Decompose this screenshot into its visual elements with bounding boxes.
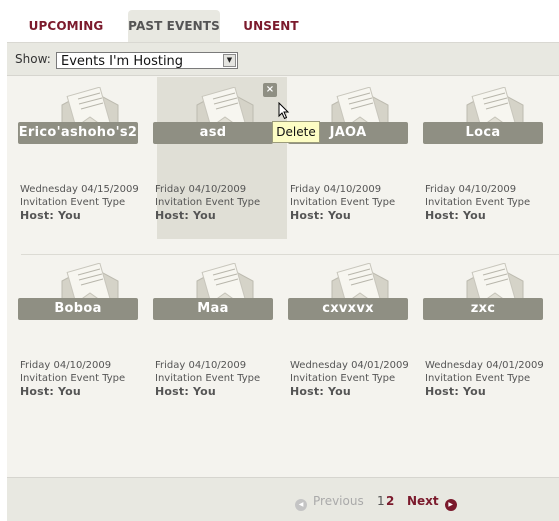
event-card[interactable]: Erico'ashoho's2 Wednesday 04/15/2009 Invit…	[18, 77, 152, 239]
event-card[interactable]: JAOA Friday 04/10/2009 Invitation Event Ty…	[288, 77, 422, 239]
event-name[interactable]: Maa	[153, 298, 273, 320]
event-card[interactable]: zxc Wednesday 04/01/2009 Invitation Event …	[423, 253, 557, 415]
event-type: Invitation Event Type	[425, 197, 531, 208]
event-host: Host: You	[425, 385, 486, 398]
next-label: Next	[407, 494, 439, 508]
event-meta: Wednesday 04/01/2009 Invitation Event Typ…	[290, 359, 409, 398]
row-divider	[21, 254, 559, 255]
tab-unsent-events[interactable]: UNSENT EVENTS	[223, 10, 319, 66]
page-link-2[interactable]: 2	[386, 494, 394, 508]
event-name[interactable]: asd	[153, 122, 273, 144]
event-type: Invitation Event Type	[425, 373, 531, 384]
event-host: Host: You	[155, 209, 216, 222]
event-card[interactable]: asd Friday 04/10/2009 Invitation Event Typ…	[153, 77, 287, 239]
event-name[interactable]: cxvxvx	[288, 298, 408, 320]
event-date: Friday 04/10/2009	[155, 184, 247, 195]
arrow-right-icon: ▶	[444, 499, 457, 511]
event-meta: Wednesday 04/01/2009 Invitation Event Typ…	[425, 359, 544, 398]
event-type: Invitation Event Type	[290, 197, 396, 208]
event-type: Invitation Event Type	[20, 373, 126, 384]
arrow-left-icon: ◀	[295, 499, 307, 511]
previous-page-link[interactable]: ◀ Previous	[295, 494, 364, 511]
event-date: Friday 04/10/2009	[290, 184, 382, 195]
event-date: Wednesday 04/01/2009	[425, 360, 544, 371]
show-label: Show:	[15, 52, 51, 66]
event-type: Invitation Event Type	[155, 373, 261, 384]
close-icon[interactable]: ×	[263, 83, 277, 97]
event-host: Host: You	[290, 385, 351, 398]
event-type: Invitation Event Type	[155, 197, 261, 208]
event-card[interactable]: cxvxvx Wednesday 04/01/2009 Invitation Eve…	[288, 253, 422, 415]
event-card[interactable]: Loca Friday 04/10/2009 Invitation Event Ty…	[423, 77, 557, 239]
event-name[interactable]: Erico'ashoho's2	[18, 122, 138, 144]
show-filter-select[interactable]: Events I'm Hosting ▼	[56, 52, 238, 69]
dropdown-arrow-icon[interactable]: ▼	[223, 54, 236, 67]
event-type: Invitation Event Type	[20, 197, 126, 208]
event-meta: Friday 04/10/2009 Invitation Event Type Ho…	[155, 359, 260, 398]
event-meta: Friday 04/10/2009 Invitation Event Type Ho…	[425, 183, 530, 222]
mouse-pointer-icon	[278, 102, 290, 120]
event-type: Invitation Event Type	[290, 373, 396, 384]
tab-upcoming-events[interactable]: UPCOMING EVENTS	[7, 10, 125, 66]
event-date: Friday 04/10/2009	[20, 360, 112, 371]
event-meta: Friday 04/10/2009 Invitation Event Type Ho…	[290, 183, 395, 222]
event-name[interactable]: Loca	[423, 122, 543, 144]
tab-past-events[interactable]: PAST EVENTS	[128, 10, 220, 42]
event-host: Host: You	[20, 385, 81, 398]
delete-tooltip: Delete	[272, 121, 320, 143]
event-host: Host: You	[290, 209, 351, 222]
event-name[interactable]: zxc	[423, 298, 543, 320]
next-page-link[interactable]: Next ▶	[407, 494, 457, 511]
event-card[interactable]: Boboa Friday 04/10/2009 Invitation Event T…	[18, 253, 152, 415]
event-date: Friday 04/10/2009	[155, 360, 247, 371]
event-host: Host: You	[425, 209, 486, 222]
event-host: Host: You	[20, 209, 81, 222]
event-date: Friday 04/10/2009	[425, 184, 517, 195]
event-date: Wednesday 04/15/2009	[20, 184, 139, 195]
pagination-bar: ◀ Previous 1 2 Next ▶	[7, 477, 559, 521]
event-host: Host: You	[155, 385, 216, 398]
event-name[interactable]: Boboa	[18, 298, 138, 320]
page-link-1[interactable]: 1	[377, 494, 385, 508]
previous-label: Previous	[313, 494, 364, 508]
show-filter-value: Events I'm Hosting	[61, 54, 184, 69]
event-card[interactable]: Maa Friday 04/10/2009 Invitation Event Typ…	[153, 253, 287, 415]
event-date: Wednesday 04/01/2009	[290, 360, 409, 371]
event-meta: Wednesday 04/15/2009 Invitation Event Typ…	[20, 183, 139, 222]
event-meta: Friday 04/10/2009 Invitation Event Type Ho…	[20, 359, 125, 398]
event-meta: Friday 04/10/2009 Invitation Event Type Ho…	[155, 183, 260, 222]
filter-bar: Show: Events I'm Hosting ▼	[7, 43, 559, 76]
